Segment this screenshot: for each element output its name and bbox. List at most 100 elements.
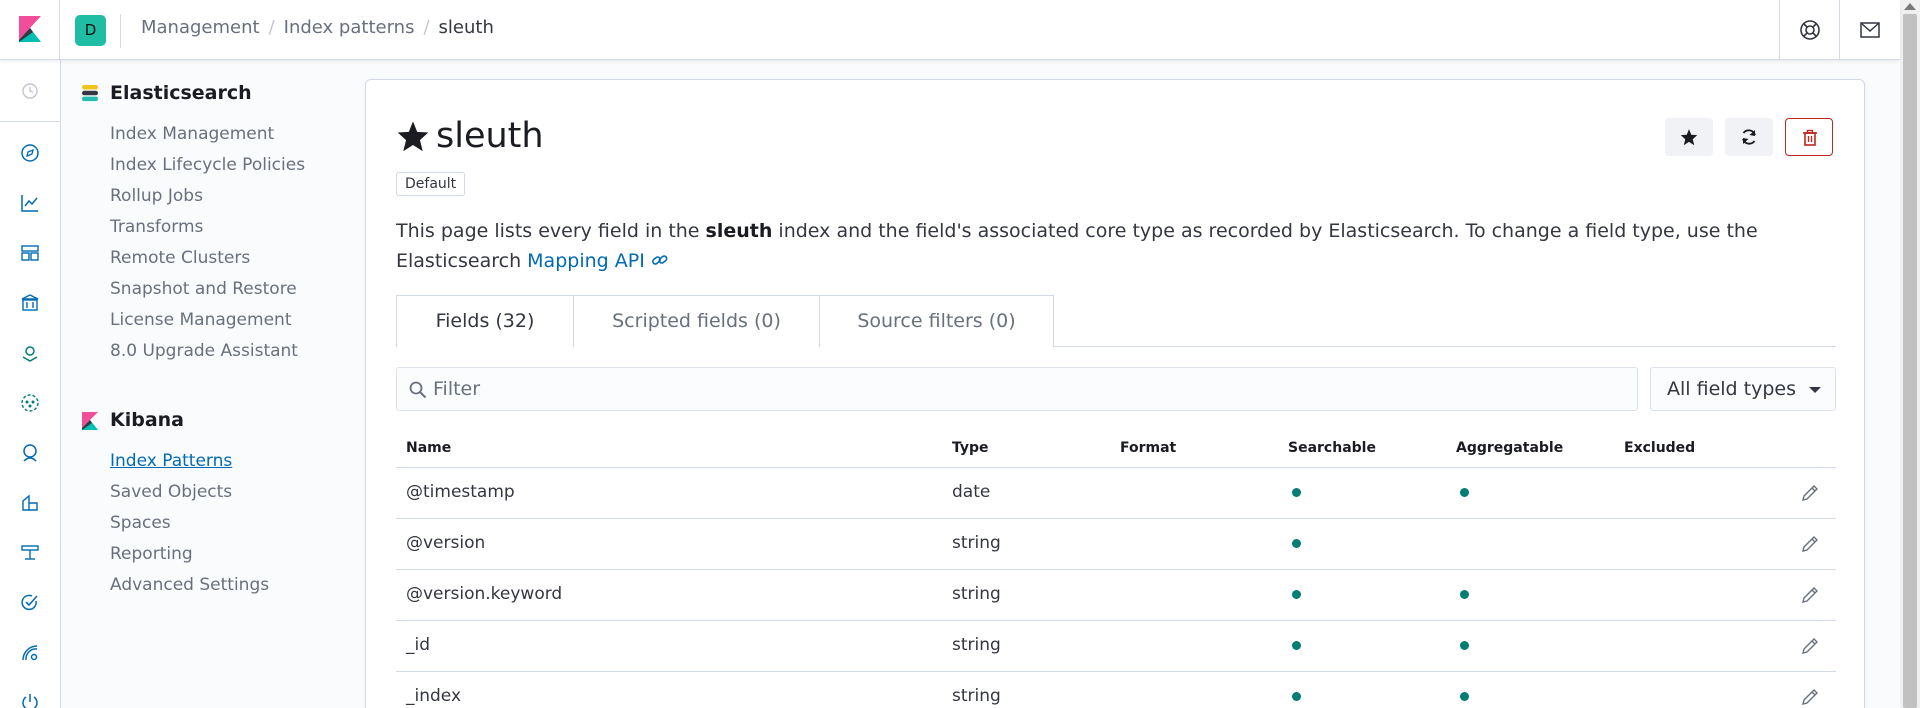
monitoring-nav[interactable] [20,643,40,663]
pencil-icon[interactable] [1800,636,1820,656]
breadcrumb-current: sleuth [438,17,494,38]
breadcrumb-separator: / [423,17,430,38]
sidebar-item-advanced-settings[interactable]: Advanced Settings [110,575,269,595]
breadcrumb-separator: / [268,17,275,38]
caret-down-icon [1809,387,1821,393]
breadcrumb-index-patterns[interactable]: Index patterns [284,17,415,38]
field-name: @timestamp [406,482,515,502]
infrastructure-icon [21,545,39,560]
field-type: string [952,635,1001,655]
sidebar-item-index-patterns[interactable]: Index Patterns [110,451,232,471]
field-name: _id [406,635,431,655]
filter-input[interactable] [433,368,1623,410]
pencil-icon[interactable] [1800,585,1820,605]
table-body: @timestamp date @version string @version.key… [396,468,1836,708]
mapping-api-link[interactable]: Mapping API [527,250,669,272]
column-header-excluded[interactable]: Excluded [1624,440,1695,456]
page-description: This page lists every field in the sleut… [396,216,1836,276]
column-header-format[interactable]: Format [1120,440,1176,456]
table-row: @timestamp date [396,468,1836,519]
clock-icon [22,83,38,99]
table-row: _id string [396,621,1836,672]
tab-scripted-fields[interactable]: Scripted fields (0) [573,295,820,347]
ml-nav[interactable] [20,393,40,413]
table-row: @version.keyword string [396,570,1836,621]
visualize-nav[interactable] [20,193,40,213]
infrastructure-nav[interactable] [20,543,40,563]
breadcrumb-management[interactable]: Management [141,17,260,38]
sidebar-item-spaces[interactable]: Spaces [110,513,171,533]
field-name: @version [406,533,486,553]
page-title: sleuth [396,114,544,158]
scrollbar-thumb[interactable] [1903,14,1917,708]
canvas-nav[interactable] [20,293,40,313]
ml-icon [21,394,39,412]
field-name: _index [406,686,462,706]
table-row: @version string [396,519,1836,570]
delete-index-pattern-button[interactable] [1785,118,1833,156]
star-icon [1680,129,1698,146]
pencil-icon[interactable] [1800,534,1820,554]
refresh-fields-button[interactable] [1725,118,1773,156]
aggregatable-indicator-icon [1460,590,1469,599]
field-type: string [952,533,1001,553]
sidebar-item-license-management[interactable]: License Management [110,310,291,330]
filter-field[interactable] [396,367,1638,411]
sidebar-item-saved-objects[interactable]: Saved Objects [110,482,232,502]
siem-icon [23,444,37,462]
nav-section-title-kibana: Kibana [110,409,185,431]
aggregatable-indicator-icon [1460,641,1469,650]
kibana-logo-icon [19,16,41,42]
pencil-icon[interactable] [1800,483,1820,503]
dev-tools-nav[interactable] [20,693,40,708]
field-type-select[interactable]: All field types [1650,367,1836,411]
dashboard-nav[interactable] [20,243,40,263]
top-header: D Management / Index patterns / sleuth [0,0,1900,60]
column-header-searchable[interactable]: Searchable [1288,440,1376,456]
tab-fields[interactable]: Fields (32) [396,295,574,347]
sidebar-item-remote-clusters[interactable]: Remote Clusters [110,248,250,268]
column-header-aggregatable[interactable]: Aggregatable [1456,440,1563,456]
sidebar-item-snapshot-and-restore[interactable]: Snapshot and Restore [110,279,297,299]
uptime-icon [21,594,38,611]
help-lifebuoy-icon [1800,20,1820,40]
siem-nav[interactable] [20,443,40,463]
help-button[interactable] [1779,0,1839,60]
breadcrumb: Management / Index patterns / sleuth [141,17,494,38]
field-type: string [952,584,1001,604]
tab-source-filters[interactable]: Source filters (0) [819,295,1054,347]
apm-nav[interactable] [20,493,40,513]
discover-nav[interactable] [20,143,40,163]
column-header-type[interactable]: Type [952,440,989,456]
nav-section-title-elasticsearch: Elasticsearch [110,82,252,104]
sidebar-item-index-lifecycle-policies[interactable]: Index Lifecycle Policies [110,155,305,175]
kibana-logo[interactable] [0,0,60,60]
uptime-nav[interactable] [20,593,40,613]
maps-icon [22,346,38,362]
sidebar-item-reporting[interactable]: Reporting [110,544,193,564]
set-default-button[interactable] [1665,118,1713,156]
sidebar-item-index-management[interactable]: Index Management [110,124,274,144]
management-sidenav: Elasticsearch Index Management Index Lif… [62,60,362,708]
table-row: _index string [396,672,1836,708]
visualize-icon [21,195,38,212]
recently-viewed-button[interactable] [0,60,60,122]
apm-icon [22,494,38,511]
searchable-indicator-icon [1292,590,1301,599]
space-avatar[interactable]: D [75,15,106,46]
mapping-api-link-text: Mapping API [527,250,645,272]
sidebar-item-upgrade-assistant[interactable]: 8.0 Upgrade Assistant [110,341,298,361]
news-feed-button[interactable] [1839,0,1899,60]
column-header-name[interactable]: Name [406,440,451,456]
sidebar-item-transforms[interactable]: Transforms [110,217,203,237]
star-filled-icon [397,121,429,152]
maps-nav[interactable] [20,343,40,363]
field-name: @version.keyword [406,584,563,604]
pencil-icon[interactable] [1800,687,1820,707]
search-icon [409,381,427,399]
sidebar-item-rollup-jobs[interactable]: Rollup Jobs [110,186,203,206]
default-badge: Default [396,172,466,196]
aggregatable-indicator-icon [1460,692,1469,701]
scroll-up-arrow[interactable] [1904,3,1916,10]
refresh-icon [1742,129,1756,145]
